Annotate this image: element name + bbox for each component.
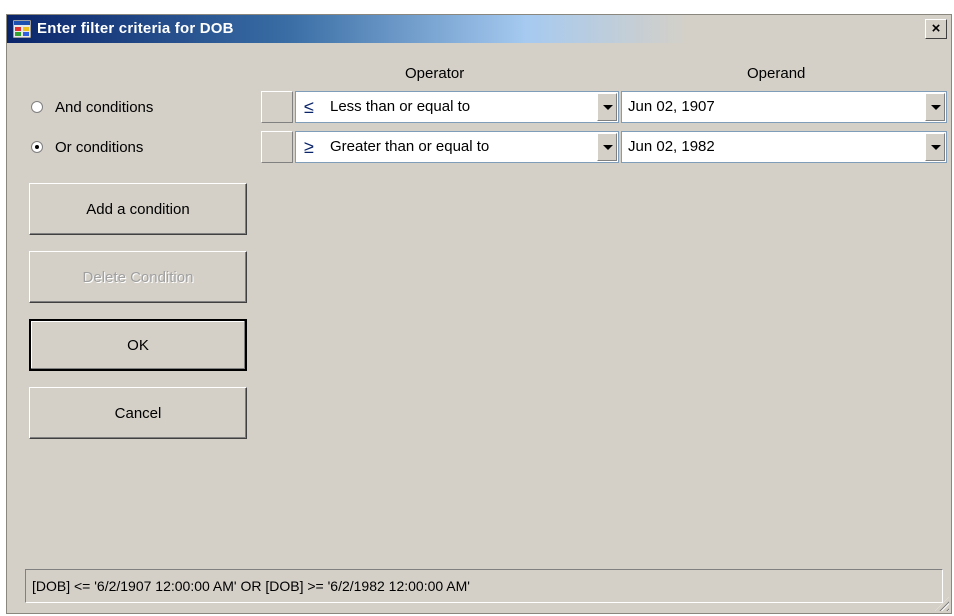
add-condition-button[interactable]: Add a condition bbox=[29, 183, 247, 235]
filter-expression-text: [DOB] <= '6/2/1907 12:00:00 AM' OR [DOB]… bbox=[32, 578, 470, 594]
window-title: Enter filter criteria for DOB bbox=[37, 20, 234, 37]
or-conditions-label: Or conditions bbox=[55, 138, 144, 156]
operator-dropdown[interactable]: ≤ Less than or equal to bbox=[295, 91, 619, 123]
filter-dialog: Enter filter criteria for DOB × Operator… bbox=[6, 14, 952, 614]
operator-dropdown[interactable]: ≥ Greater than or equal to bbox=[295, 131, 619, 163]
operand-dropdown[interactable]: Jun 02, 1907 bbox=[621, 91, 947, 123]
radio-button-selected[interactable] bbox=[31, 141, 43, 153]
operator-column-header: Operator bbox=[405, 65, 465, 82]
operand-value: Jun 02, 1907 bbox=[628, 98, 715, 115]
delete-condition-button: Delete Condition bbox=[29, 251, 247, 303]
or-conditions-radio[interactable]: Or conditions bbox=[31, 137, 143, 157]
and-conditions-label: And conditions bbox=[55, 98, 154, 116]
operand-dropdown[interactable]: Jun 02, 1982 bbox=[621, 131, 947, 163]
close-button[interactable]: × bbox=[925, 19, 947, 39]
chevron-down-icon[interactable] bbox=[597, 93, 617, 121]
operand-column-header: Operand bbox=[747, 65, 806, 82]
cancel-button[interactable]: Cancel bbox=[29, 387, 247, 439]
filter-expression-bar: [DOB] <= '6/2/1907 12:00:00 AM' OR [DOB]… bbox=[25, 569, 943, 603]
title-bar[interactable]: Enter filter criteria for DOB × bbox=[7, 15, 951, 43]
close-icon: × bbox=[931, 20, 941, 37]
chevron-down-icon[interactable] bbox=[925, 93, 945, 121]
operator-label: Greater than or equal to bbox=[330, 138, 490, 155]
and-conditions-radio[interactable]: And conditions bbox=[31, 97, 153, 117]
row-selector[interactable] bbox=[261, 91, 293, 123]
chevron-down-icon[interactable] bbox=[597, 133, 617, 161]
operator-label: Less than or equal to bbox=[330, 98, 471, 115]
operand-value: Jun 02, 1982 bbox=[628, 138, 715, 155]
app-window-icon bbox=[13, 20, 31, 38]
ok-button[interactable]: OK bbox=[29, 319, 247, 371]
chevron-down-icon[interactable] bbox=[925, 133, 945, 161]
operator-symbol: ≤ bbox=[304, 97, 314, 117]
operator-symbol: ≥ bbox=[304, 137, 314, 157]
row-selector[interactable] bbox=[261, 131, 293, 163]
radio-button[interactable] bbox=[31, 101, 43, 113]
